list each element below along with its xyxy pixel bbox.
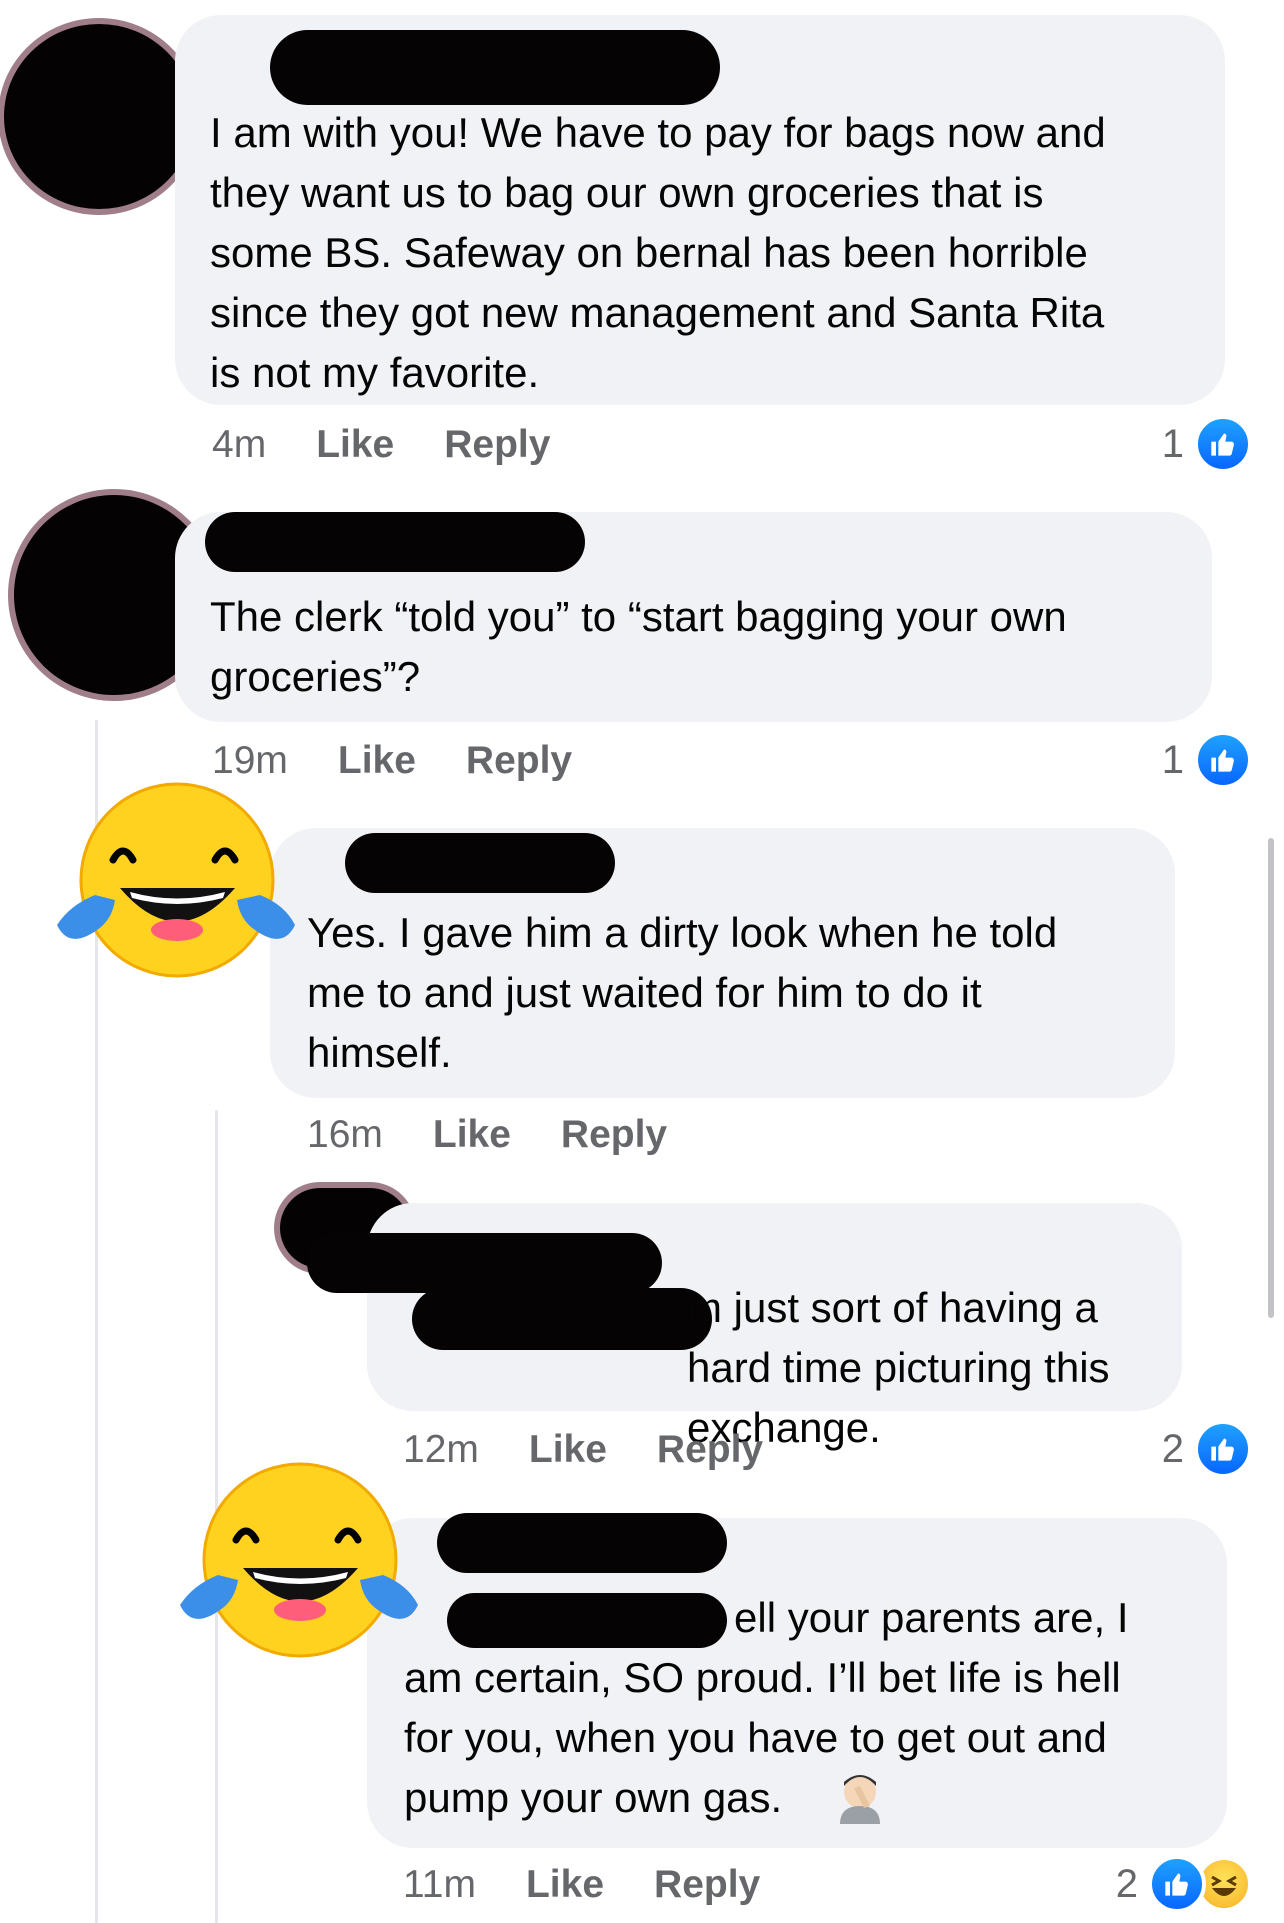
scrollbar[interactable]: [1268, 838, 1274, 1318]
comment-actions: 11m Like Reply: [403, 1860, 760, 1910]
like-button[interactable]: Like: [526, 1860, 604, 1910]
redacted-name: [270, 30, 720, 105]
reply-button[interactable]: Reply: [561, 1110, 667, 1160]
redacted-name: [205, 512, 585, 572]
like-button[interactable]: Like: [316, 420, 394, 470]
comment-bubble: I am with you! We have to pay for bags n…: [175, 15, 1225, 405]
redacted-mention: [412, 1288, 712, 1350]
comment-bubble: m just sort of having a hard time pictur…: [307, 1203, 1182, 1451]
reaction-count: 1: [1161, 421, 1184, 466]
like-thumbs-up-icon: [1194, 731, 1252, 789]
comment-time[interactable]: 16m: [307, 1110, 383, 1160]
comment-text: I am with you! We have to pay for bags n…: [210, 109, 1106, 396]
comment-time[interactable]: 19m: [212, 736, 288, 786]
comment-actions: 19m Like Reply: [212, 736, 572, 786]
comment-bubble: The clerk “told you” to “start bagging y…: [175, 512, 1212, 722]
comment-text: The clerk “told you” to “start bagging y…: [210, 593, 1067, 700]
reply-button[interactable]: Reply: [466, 736, 572, 786]
reaction-count: 2: [1161, 1426, 1184, 1471]
comment-text: ell your parents are, I am certain, SO p…: [404, 1594, 1129, 1821]
reply-button[interactable]: Reply: [654, 1860, 760, 1910]
like-button[interactable]: Like: [433, 1110, 511, 1160]
comment-actions: 4m Like Reply: [212, 420, 550, 470]
avatar[interactable]: [4, 24, 194, 209]
reaction-count: 1: [1161, 737, 1184, 782]
facepalm-emoji: [840, 1775, 880, 1824]
comment-text: Yes. I gave him a dirty look when he tol…: [307, 909, 1058, 1076]
like-thumbs-up-icon: [1148, 1855, 1206, 1913]
like-button[interactable]: Like: [529, 1425, 607, 1475]
like-thumbs-up-icon: [1194, 415, 1252, 473]
tears-of-joy-emoji[interactable]: [55, 780, 295, 980]
comment-actions: 16m Like Reply: [307, 1110, 667, 1160]
reaction-summary[interactable]: 2: [1115, 1855, 1252, 1913]
reaction-summary[interactable]: 1: [1161, 415, 1252, 473]
like-button[interactable]: Like: [338, 736, 416, 786]
comment-time[interactable]: 4m: [212, 420, 266, 470]
reaction-summary[interactable]: 1: [1161, 731, 1252, 789]
reply-button[interactable]: Reply: [657, 1425, 763, 1475]
reaction-summary[interactable]: 2: [1161, 1420, 1252, 1478]
like-thumbs-up-icon: [1194, 1420, 1252, 1478]
redacted-name: [307, 1233, 662, 1293]
reaction-count: 2: [1115, 1861, 1138, 1906]
redacted-name: [437, 1513, 727, 1573]
comment-bubble: Yes. I gave him a dirty look when he tol…: [270, 828, 1175, 1098]
redacted-name: [345, 833, 615, 893]
tears-of-joy-emoji[interactable]: [178, 1460, 418, 1660]
comment-time[interactable]: 11m: [403, 1860, 476, 1910]
comment-bubble: ell your parents are, I am certain, SO p…: [367, 1513, 1227, 1848]
comment-actions: 12m Like Reply: [403, 1425, 763, 1475]
reply-button[interactable]: Reply: [444, 420, 550, 470]
